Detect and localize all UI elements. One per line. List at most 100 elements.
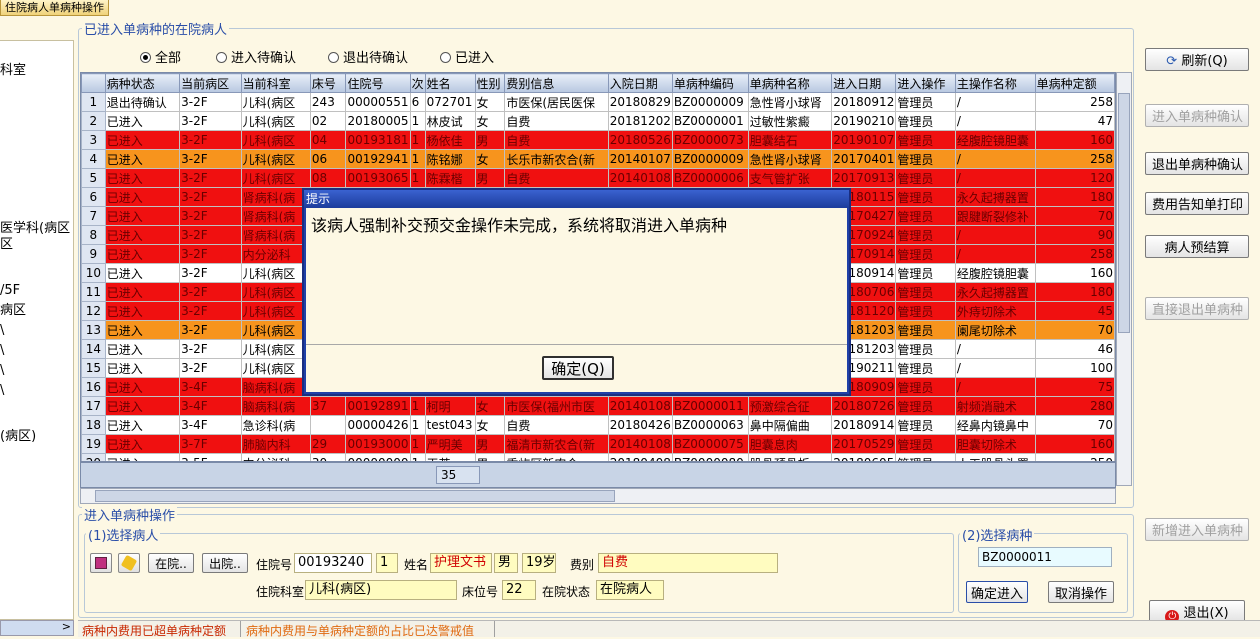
grid-horizontal-scrollbar[interactable] [80, 488, 1116, 504]
table-cell[interactable]: 男 [474, 434, 506, 454]
table-cell[interactable]: 已进入 [104, 320, 181, 340]
table-cell[interactable]: 20181202 [607, 111, 673, 131]
refresh-button[interactable]: ⟳ 刷新(Q) [1145, 48, 1249, 71]
table-cell[interactable]: 已进入 [104, 244, 181, 264]
table-cell[interactable]: 00192941 [345, 149, 411, 169]
table-cell[interactable]: 20190107 [831, 130, 897, 150]
column-header[interactable]: 当前病区 [179, 73, 242, 93]
table-row[interactable]: 5 已进入 3-2F 儿科(病区 08 00193065 1 陈霖楷男自费 20140108 BZ… [81, 168, 1115, 188]
column-header[interactable]: 姓名 [424, 73, 476, 93]
table-cell[interactable]: 儿科(病区 [240, 263, 311, 283]
table-cell[interactable]: 250 [1034, 453, 1115, 461]
table-cell[interactable]: 陈霖楷 [424, 168, 476, 188]
left-list-item[interactable]: /5F [0, 283, 20, 298]
table-cell[interactable]: 70 [1034, 415, 1115, 435]
table-cell[interactable]: 严明美 [424, 434, 476, 454]
table-cell[interactable]: 20180726 [831, 396, 897, 416]
table-cell[interactable]: 男 [474, 168, 506, 188]
table-cell[interactable]: 肺脑内科 [240, 434, 311, 454]
table-cell[interactable]: 胆囊结石 [747, 130, 833, 150]
table-cell[interactable]: 市医保(居民医保 [504, 92, 609, 112]
table-cell[interactable]: 00193000 [345, 434, 411, 454]
table-cell[interactable]: 管理员 [895, 396, 956, 416]
table-cell[interactable]: 鼻中隔偏曲 [747, 415, 833, 435]
table-cell[interactable]: 管理员 [895, 187, 956, 207]
table-row[interactable]: 4 已进入 3-2F 儿科(病区 06 00192941 1 陈铭娜女长乐市新农合(新 2014… [81, 149, 1115, 169]
table-cell[interactable]: 3-2F [179, 92, 242, 112]
table-cell[interactable]: 1 [409, 415, 426, 435]
column-header[interactable]: 单病种定额 [1034, 73, 1115, 93]
table-cell[interactable]: 3-4F [179, 377, 242, 397]
table-cell[interactable]: 儿科(病区 [240, 168, 311, 188]
table-cell[interactable]: 70 [1034, 206, 1115, 226]
column-header[interactable]: 费别信息 [504, 73, 609, 93]
table-cell[interactable]: 3-2F [179, 301, 242, 321]
table-cell[interactable]: 3-2F [179, 168, 242, 188]
table-cell[interactable]: 已进入 [104, 168, 181, 188]
table-cell[interactable]: 30 [309, 453, 347, 461]
table-cell[interactable]: 秀屿区新农合 [504, 453, 609, 461]
table-cell[interactable]: 已进入 [104, 396, 181, 416]
table-cell[interactable]: 3-2F [179, 263, 242, 283]
table-cell[interactable]: 258 [1034, 244, 1115, 264]
left-list-item[interactable]: 区 [0, 233, 13, 252]
table-cell[interactable]: 经鼻内镜鼻中 [954, 415, 1036, 435]
table-cell[interactable]: 02 [309, 111, 347, 131]
table-cell[interactable]: 人工股骨头置 [954, 453, 1036, 461]
table-row[interactable]: 19 已进入 3-7F 肺脑内科 29 00193000 1 严明美男福清市新农合(新 2014… [81, 434, 1115, 454]
table-cell[interactable]: / [954, 149, 1036, 169]
table-row[interactable]: 1 退出待确认 3-2F 儿科(病区 243 00000551 6 072701 女市医保(居民… [81, 92, 1115, 112]
filter-all-radio[interactable]: 全部 [140, 47, 181, 66]
table-cell[interactable]: BZ0000075 [671, 434, 749, 454]
table-cell[interactable]: 自费 [504, 111, 609, 131]
table-cell[interactable]: BZ0000063 [671, 415, 749, 435]
table-cell[interactable]: 00000426 [345, 415, 411, 435]
window-tab[interactable]: 住院病人单病种操作 [0, 0, 109, 16]
filter-pending-exit-radio[interactable]: 退出待确认 [328, 47, 408, 66]
table-cell[interactable]: 160 [1034, 130, 1115, 150]
table-cell[interactable]: 王英 [424, 453, 476, 461]
table-cell[interactable]: / [954, 377, 1036, 397]
table-cell[interactable]: 3-2F [179, 225, 242, 245]
table-cell[interactable]: 男 [474, 130, 506, 150]
table-cell[interactable]: 儿科(病区 [240, 320, 311, 340]
table-row[interactable]: 2 已进入 3-2F 儿科(病区 02 20180005 1 林皮试女自费 20181202 BZ… [81, 111, 1115, 131]
table-cell[interactable]: 已进入 [104, 149, 181, 169]
table-cell[interactable]: 1 [409, 453, 426, 461]
row-index-cell[interactable]: 11 [81, 282, 106, 302]
table-cell[interactable]: 45 [1034, 301, 1115, 321]
table-cell[interactable]: 3-2F [179, 206, 242, 226]
row-index-cell[interactable]: 4 [81, 149, 106, 169]
table-cell[interactable]: BZ0000009 [671, 149, 749, 169]
table-cell[interactable]: 3-2F [179, 187, 242, 207]
table-cell[interactable]: BZ0000001 [671, 111, 749, 131]
table-cell[interactable]: 已进入 [104, 130, 181, 150]
table-cell[interactable]: 管理员 [895, 282, 956, 302]
dialog-ok-button[interactable]: 确定(Q) [542, 356, 614, 380]
column-header[interactable]: 住院号 [345, 73, 411, 93]
table-cell[interactable]: 中分泌科 [240, 453, 311, 461]
table-cell[interactable]: 072701 [424, 92, 476, 112]
table-cell[interactable]: 1 [409, 149, 426, 169]
table-cell[interactable]: 1 [409, 396, 426, 416]
inpatient-no-field[interactable]: 00193240 [294, 553, 372, 573]
table-cell[interactable]: 管理员 [895, 301, 956, 321]
column-header[interactable]: 单病种编码 [671, 73, 749, 93]
table-cell[interactable]: 04 [309, 130, 347, 150]
table-cell[interactable]: 儿科(病区 [240, 282, 311, 302]
column-header[interactable]: 床号 [309, 73, 347, 93]
row-index-cell[interactable]: 17 [81, 396, 106, 416]
table-cell[interactable]: 肾病科(病 [240, 225, 311, 245]
add-enter-button[interactable]: 新增进入单病种 [1145, 518, 1249, 541]
table-cell[interactable]: 管理员 [895, 358, 956, 378]
pre-settle-button[interactable]: 病人预结算 [1145, 235, 1249, 258]
table-cell[interactable]: 160 [1034, 263, 1115, 283]
table-cell[interactable]: 1 [409, 168, 426, 188]
table-cell[interactable]: 08 [309, 168, 347, 188]
left-list-item[interactable]: 科室 [0, 59, 26, 78]
table-cell[interactable]: 1 [409, 434, 426, 454]
table-cell[interactable]: 3-4F [179, 396, 242, 416]
scroll-right-icon[interactable]: > [62, 620, 71, 633]
table-cell[interactable]: 女 [474, 415, 506, 435]
row-index-cell[interactable]: 13 [81, 320, 106, 340]
